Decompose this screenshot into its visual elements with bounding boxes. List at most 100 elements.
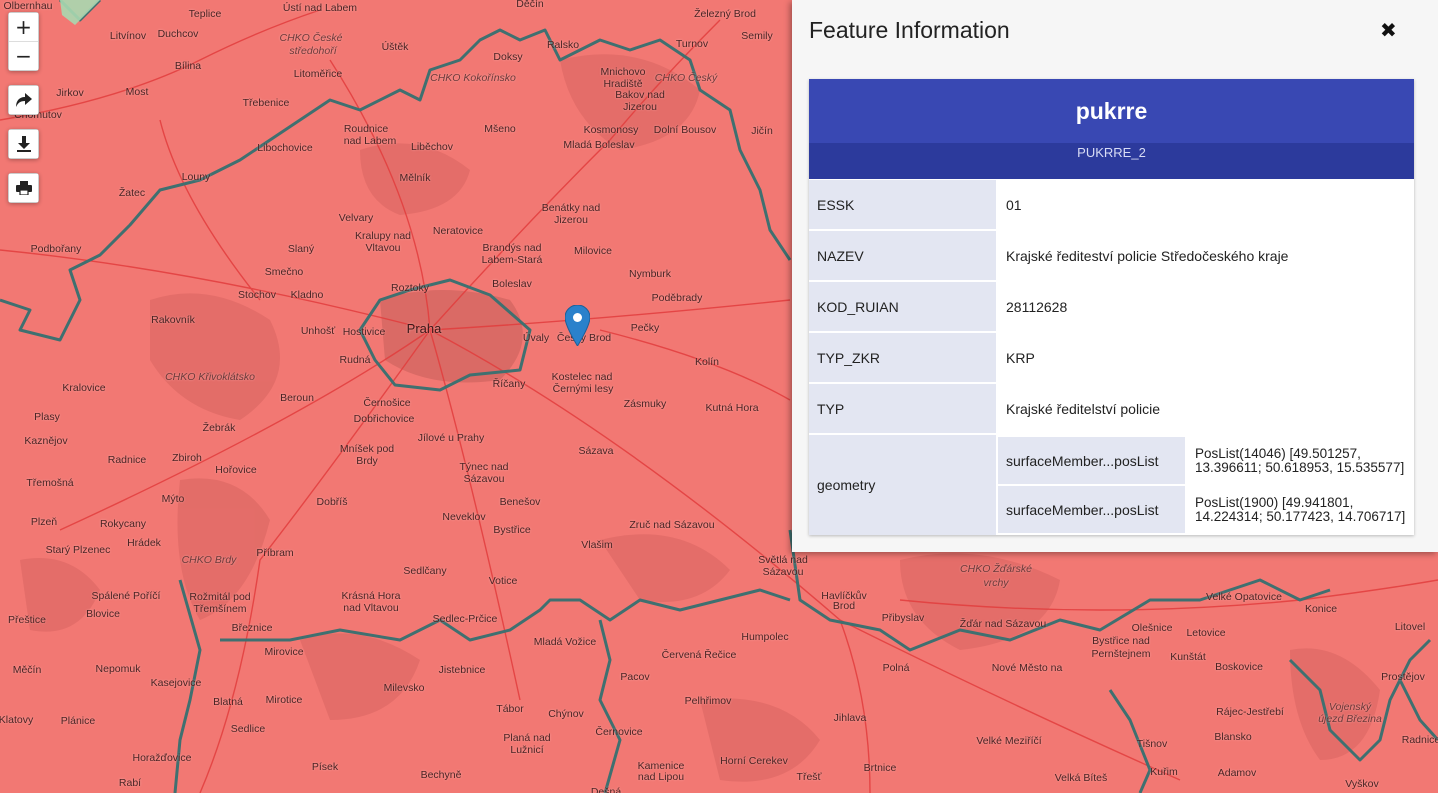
town-label: Sázava — [578, 445, 614, 457]
zoom-control: + − — [8, 12, 39, 71]
location-marker-icon[interactable] — [565, 305, 590, 346]
town-label: Praha — [406, 321, 442, 336]
town-label: Most — [125, 86, 149, 98]
town-label: Radnice — [1401, 734, 1438, 746]
town-label: Březnice — [231, 622, 273, 634]
town-label: Podbořany — [30, 243, 82, 255]
town-label: Sedlec-Prčice — [432, 613, 498, 625]
town-label: Votice — [488, 575, 518, 587]
town-label: Velvary — [338, 212, 374, 224]
town-label: CHKO Křivoklátsko — [165, 371, 255, 383]
town-label: Černošice — [363, 397, 411, 409]
town-label: Radnice — [107, 454, 147, 466]
town-label: Světlá nad — [758, 554, 808, 566]
town-label: CHKO České — [279, 32, 343, 44]
town-label: CHKO Kokořínsko — [430, 72, 516, 84]
town-label: Chýnov — [548, 708, 584, 720]
town-label: Bechyně — [420, 769, 462, 781]
town-label: Dobřichovice — [353, 413, 415, 425]
close-icon[interactable]: ✖ — [1380, 18, 1397, 42]
town-label: Žebrák — [202, 422, 236, 434]
town-label: Brandýs nad — [482, 242, 542, 254]
town-label: Jirkov — [56, 87, 84, 99]
town-label: Pernštejnem — [1091, 648, 1151, 660]
town-label: Měčín — [12, 664, 42, 676]
town-label: Libochovice — [257, 142, 313, 154]
download-button[interactable] — [9, 130, 38, 158]
town-label: Příbram — [256, 547, 294, 559]
feature-info-panel: Feature Information ✖ pukrre PUKRRE_2 ES… — [792, 0, 1438, 552]
town-label: Tábor — [496, 703, 524, 715]
feature-id: PUKRRE_2 — [809, 143, 1414, 179]
town-label: Žatec — [118, 187, 146, 199]
town-label: Kasejovice — [150, 677, 202, 689]
town-label: Sedlčany — [403, 565, 447, 577]
town-label: Písek — [311, 761, 339, 773]
town-label: Kralupy nad — [354, 230, 412, 242]
town-label: Bystřice nad — [1092, 635, 1150, 647]
feature-card: pukrre PUKRRE_2 ESSK 01 NAZEV Krajské ře… — [809, 79, 1414, 535]
attr-value: Krajské řediteství policie Středočeského… — [998, 231, 1414, 280]
town-label: Poděbrady — [651, 292, 703, 304]
town-label: středohoří — [289, 45, 337, 57]
town-label: Neratovice — [432, 225, 484, 237]
town-label: Rájec-Jestřebí — [1216, 706, 1284, 718]
town-label: Teplice — [188, 8, 222, 20]
town-label: Brod — [832, 600, 856, 612]
town-label: Neveklov — [442, 511, 486, 523]
town-label: Vyškov — [1345, 778, 1379, 790]
town-label: Unhošť — [300, 325, 336, 337]
town-label: Třešť — [796, 771, 822, 783]
town-label: Přibyslav — [881, 612, 925, 624]
town-label: Brtnice — [863, 762, 897, 774]
attr-key: TYP_ZKR — [809, 333, 998, 382]
attr-value: Krajské ředitelství policie — [998, 384, 1414, 433]
town-label: Doksy — [493, 51, 523, 63]
town-label: Rokycany — [99, 518, 147, 530]
attr-value: 01 — [998, 180, 1414, 229]
attr-key: geometry — [809, 435, 998, 535]
table-row: ESSK 01 — [809, 180, 1414, 229]
town-label: Olbernhau — [3, 0, 53, 12]
share-button[interactable] — [9, 86, 38, 114]
town-label: Semily — [741, 30, 773, 42]
table-row: TYP_ZKR KRP — [809, 333, 1414, 382]
town-label: Stochov — [238, 289, 276, 301]
town-label: Červená Řečice — [661, 649, 737, 661]
town-label: Tišnov — [1136, 738, 1168, 750]
town-label: Jistebnice — [438, 664, 486, 676]
print-control — [8, 173, 39, 203]
table-row: TYP Krajské ředitelství policie — [809, 384, 1414, 433]
town-label: Kolín — [695, 356, 719, 368]
town-label: Nymburk — [628, 268, 672, 280]
town-label: Dobříš — [316, 496, 348, 508]
town-label: CHKO Český — [654, 72, 718, 84]
table-row: NAZEV Krajské řediteství policie Středoč… — [809, 231, 1414, 280]
town-label: Milovice — [574, 245, 612, 257]
town-label: Dolní Bousov — [653, 124, 717, 136]
attr-key: NAZEV — [809, 231, 998, 280]
town-label: Litovel — [1394, 621, 1426, 633]
town-label: Bystřice — [493, 524, 531, 536]
geometry-member-name: surfaceMember...posList — [998, 486, 1187, 533]
print-button[interactable] — [9, 174, 38, 202]
town-label: Kosmonosy — [583, 124, 639, 136]
town-label: Zbiroh — [172, 452, 202, 464]
town-label: Velké Opatovice — [1206, 591, 1282, 603]
town-label: Bílina — [174, 60, 202, 72]
town-label: Spálené Poříčí — [91, 590, 161, 602]
town-label: Rakovník — [151, 314, 195, 326]
town-label: Dešná — [590, 786, 622, 793]
zoom-in-button[interactable]: + — [9, 13, 38, 41]
town-label: Mělník — [399, 172, 431, 184]
town-label: Kladno — [290, 289, 324, 301]
geometry-member-value: PosList(1900) [49.941801, 14.224314; 50.… — [1187, 486, 1414, 533]
town-label: Planá nad — [503, 732, 551, 744]
geometry-row: surfaceMember...posList PosList(1900) [4… — [998, 486, 1414, 533]
town-label: Mladá Vožice — [533, 636, 597, 648]
town-label: Děčín — [516, 0, 544, 10]
town-label: Hostivice — [342, 326, 386, 338]
zoom-out-button[interactable]: − — [9, 41, 38, 70]
town-label: Jičín — [751, 125, 773, 137]
geometry-cell: surfaceMember...posList PosList(14046) [… — [998, 435, 1414, 535]
